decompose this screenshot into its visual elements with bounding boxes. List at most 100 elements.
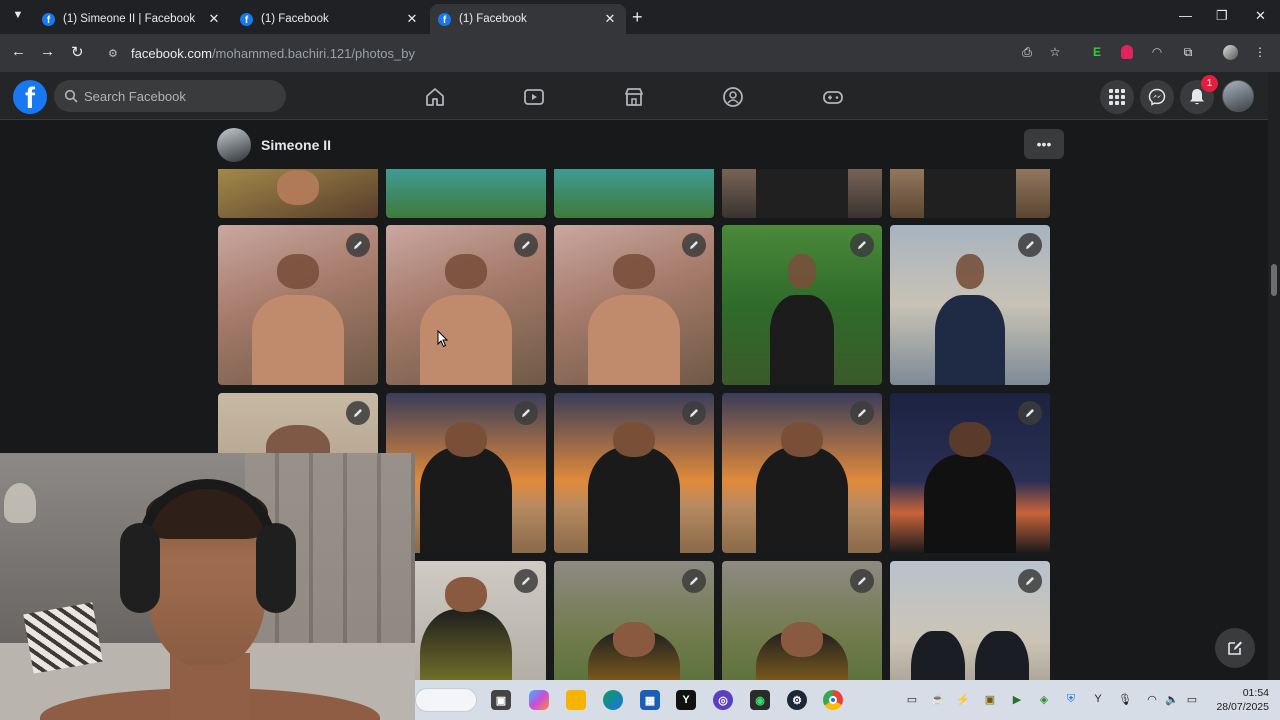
edit-pencil-icon[interactable] (682, 233, 706, 257)
account-avatar[interactable] (1222, 80, 1254, 112)
extensions-puzzle-icon[interactable]: ⧉ (1180, 44, 1196, 60)
page-scrollbar[interactable] (1268, 72, 1280, 682)
close-tab-icon[interactable]: ✕ (602, 11, 618, 27)
edit-pencil-icon[interactable] (514, 401, 538, 425)
extension-gray-icon[interactable]: ◠ (1149, 44, 1165, 60)
photo-tile[interactable] (722, 393, 882, 553)
vpn-app-icon[interactable]: ◎ (713, 690, 733, 710)
tray-nvidia-icon[interactable]: ◈ (1037, 692, 1051, 706)
tray-y-icon[interactable]: Y (1091, 692, 1105, 706)
tray-box-icon[interactable]: ▣ (983, 692, 997, 706)
tray-bolt-icon[interactable]: ⚡ (956, 692, 970, 706)
facebook-logo-icon[interactable]: f (13, 80, 47, 114)
edit-pencil-icon[interactable] (514, 233, 538, 257)
y-app-icon[interactable]: Y (676, 690, 696, 710)
photo-tile[interactable] (722, 561, 882, 680)
reload-icon[interactable]: ↻ (71, 43, 84, 61)
marketplace-icon[interactable] (623, 86, 645, 108)
tab-3-active[interactable]: f (1) Facebook ✕ (430, 4, 626, 34)
edit-pencil-icon[interactable] (850, 569, 874, 593)
chrome-menu-icon[interactable]: ⋮ (1252, 44, 1268, 60)
microphone-icon[interactable]: 🎙 (1118, 692, 1132, 706)
webcam-lamp (4, 483, 36, 523)
tab-search-dropdown-icon[interactable]: ▼ (10, 9, 26, 25)
video-icon[interactable] (523, 86, 545, 108)
scrollbar-thumb[interactable] (1271, 264, 1277, 296)
profile-more-button[interactable]: ••• (1024, 129, 1064, 159)
edit-pencil-icon[interactable] (514, 569, 538, 593)
new-tab-plus-icon[interactable]: + (632, 7, 643, 28)
photo-tile[interactable] (218, 225, 378, 385)
photo-tile[interactable] (554, 169, 714, 218)
photo-tile[interactable] (890, 393, 1050, 553)
tab-1[interactable]: f (1) Simeone II | Facebook ✕ (34, 4, 230, 34)
home-icon[interactable] (424, 86, 446, 108)
gaming-icon[interactable] (822, 86, 844, 108)
edge-browser-icon[interactable] (603, 690, 623, 710)
photo-tile[interactable] (890, 169, 1050, 218)
tray-terminal-icon[interactable]: ▶ (1010, 692, 1024, 706)
back-arrow-icon[interactable]: ← (11, 43, 26, 60)
clock-time: 01:54 (1242, 687, 1269, 699)
tray-shield-icon[interactable]: ⛨ (1064, 692, 1078, 706)
minimize-window-icon[interactable]: — (1179, 8, 1192, 23)
photo-tile[interactable] (554, 225, 714, 385)
photo-tile[interactable] (722, 225, 882, 385)
volume-icon[interactable]: 🔈 (1165, 692, 1179, 706)
tray-camera-icon[interactable]: ▭ (905, 692, 919, 706)
copilot-icon[interactable] (529, 690, 549, 710)
messenger-button[interactable] (1140, 80, 1174, 114)
groups-icon[interactable] (722, 86, 744, 108)
wifi-icon[interactable]: ◠ (1145, 692, 1159, 706)
edit-pencil-icon[interactable] (1018, 569, 1042, 593)
photo-tile[interactable] (386, 225, 546, 385)
menu-grid-button[interactable] (1100, 80, 1134, 114)
facebook-search-box[interactable] (54, 80, 286, 112)
restore-window-icon[interactable]: ❐ (1216, 8, 1228, 24)
edit-pencil-icon[interactable] (1018, 233, 1042, 257)
photo-tile[interactable] (554, 561, 714, 680)
whatsapp-like-icon[interactable]: ◉ (750, 690, 770, 710)
search-input[interactable] (84, 88, 274, 104)
edit-pencil-icon[interactable] (850, 233, 874, 257)
photo-tile[interactable] (386, 169, 546, 218)
taskbar-search[interactable] (415, 688, 477, 712)
profile-name[interactable]: Simeone II (261, 137, 331, 153)
edit-pencil-icon[interactable] (1018, 401, 1042, 425)
tab-2[interactable]: f (1) Facebook ✕ (232, 4, 428, 34)
chrome-icon[interactable] (823, 690, 843, 710)
edit-pencil-icon[interactable] (850, 401, 874, 425)
site-info-icon[interactable]: ⚙ (108, 47, 128, 60)
profile-avatar[interactable] (217, 128, 251, 162)
file-explorer-icon[interactable] (566, 690, 586, 710)
photo-tile[interactable] (722, 169, 882, 218)
task-view-icon[interactable]: ▣ (491, 690, 511, 710)
extension-red-icon[interactable] (1119, 44, 1135, 60)
photo-tile[interactable] (554, 393, 714, 553)
new-message-button[interactable] (1215, 628, 1255, 668)
photo-tile[interactable] (890, 561, 1050, 680)
bookmark-star-icon[interactable]: ☆ (1047, 44, 1063, 60)
forward-arrow-icon[interactable]: → (40, 43, 55, 60)
edit-pencil-icon[interactable] (346, 233, 370, 257)
edit-pencil-icon[interactable] (682, 569, 706, 593)
address-bar[interactable]: ⚙ facebook.com/mohammed.bachiri.121/phot… (100, 38, 1100, 68)
taskbar-clock[interactable]: 01:54 28/07/2025 (1211, 686, 1269, 714)
edit-pencil-icon[interactable] (682, 401, 706, 425)
battery-icon[interactable]: ▭ (1185, 692, 1199, 706)
tray-cup-icon[interactable]: ☕ (931, 692, 945, 706)
photo-tile[interactable] (218, 169, 378, 218)
extension-e-icon[interactable]: E (1089, 44, 1105, 60)
install-app-icon[interactable]: ⎙ (1019, 44, 1035, 60)
photo-tile[interactable] (890, 225, 1050, 385)
close-tab-icon[interactable]: ✕ (404, 11, 420, 27)
close-tab-icon[interactable]: ✕ (206, 11, 222, 27)
mouse-cursor-icon (437, 330, 449, 348)
steam-icon[interactable]: ⚙ (787, 690, 807, 710)
facebook-header: f 1 (0, 72, 1280, 120)
facebook-favicon-icon: f (42, 12, 55, 26)
edit-pencil-icon[interactable] (346, 401, 370, 425)
close-window-icon[interactable]: ✕ (1255, 8, 1266, 24)
microsoft-store-icon[interactable]: ▦ (640, 690, 660, 710)
chrome-profile-icon[interactable] (1222, 44, 1238, 60)
